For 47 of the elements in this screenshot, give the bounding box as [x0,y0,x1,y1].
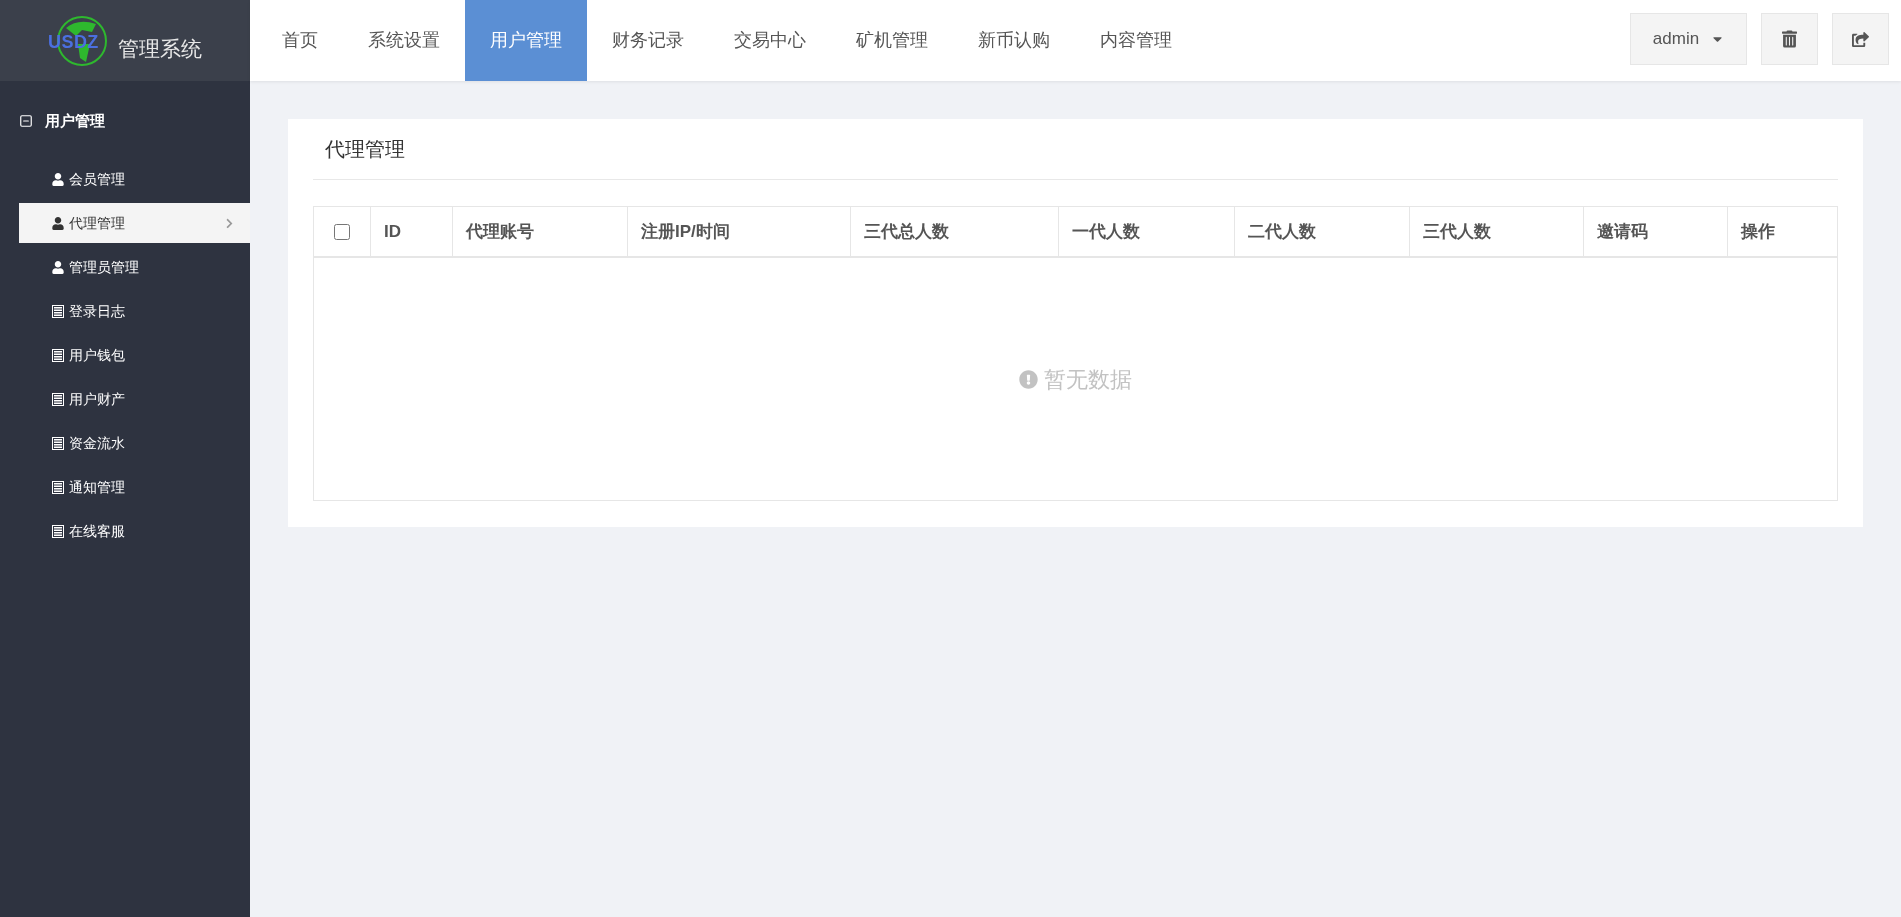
nav-tab[interactable]: 新币认购 [953,0,1075,81]
nav-tab[interactable]: 内容管理 [1075,0,1197,81]
list-icon [52,304,64,318]
info-icon [1019,369,1038,389]
column-header: 三代人数 [1423,220,1491,243]
sidebar-item[interactable]: 用户财产 [19,379,250,419]
column-header: 操作 [1741,220,1775,243]
list-icon [52,436,64,450]
column-header: 二代人数 [1248,220,1316,243]
column-header: 邀请码 [1597,220,1648,243]
sidebar-item[interactable]: 资金流水 [19,423,250,463]
trash-button[interactable] [1761,13,1818,65]
column-header: 代理账号 [466,220,534,243]
nav-tab[interactable]: 系统设置 [343,0,465,81]
column-header: 一代人数 [1072,220,1140,243]
nav-tab[interactable]: 财务记录 [587,0,709,81]
user-menu-button[interactable]: admin [1630,13,1747,65]
sidebar-item[interactable]: 通知管理 [19,467,250,507]
column-header: 注册IP/时间 [641,220,730,243]
sidebar-group-label[interactable]: 用户管理 [45,109,105,133]
chevron-right-icon [225,217,234,229]
list-icon [52,524,64,538]
trash-icon [1782,30,1797,48]
logo-title: 管理系统 [118,35,202,62]
select-all-checkbox[interactable] [334,223,350,240]
user-icon [52,216,64,230]
nav-tab[interactable]: 交易中心 [709,0,831,81]
share-icon [1852,30,1869,48]
collapse-icon[interactable] [19,114,33,128]
sidebar-item[interactable]: 用户钱包 [19,335,250,375]
sidebar-item[interactable]: 代理管理 [19,203,250,243]
nav-tab[interactable]: 首页 [257,0,343,81]
list-icon [52,480,64,494]
sidebar-item[interactable]: 管理员管理 [19,247,250,287]
sidebar-item[interactable]: 登录日志 [19,291,250,331]
empty-state-text: 暂无数据 [1044,365,1132,394]
column-header: 三代总人数 [864,220,949,243]
nav-tab[interactable]: 矿机管理 [831,0,953,81]
user-icon [52,260,64,274]
sidebar-item[interactable]: 会员管理 [19,159,250,199]
list-icon [52,392,64,406]
panel-title: 代理管理 [325,137,405,162]
column-header: ID [384,220,401,243]
list-icon [52,348,64,362]
logout-button[interactable] [1832,13,1889,65]
sidebar-item[interactable]: 在线客服 [19,511,250,551]
user-icon [52,172,64,186]
